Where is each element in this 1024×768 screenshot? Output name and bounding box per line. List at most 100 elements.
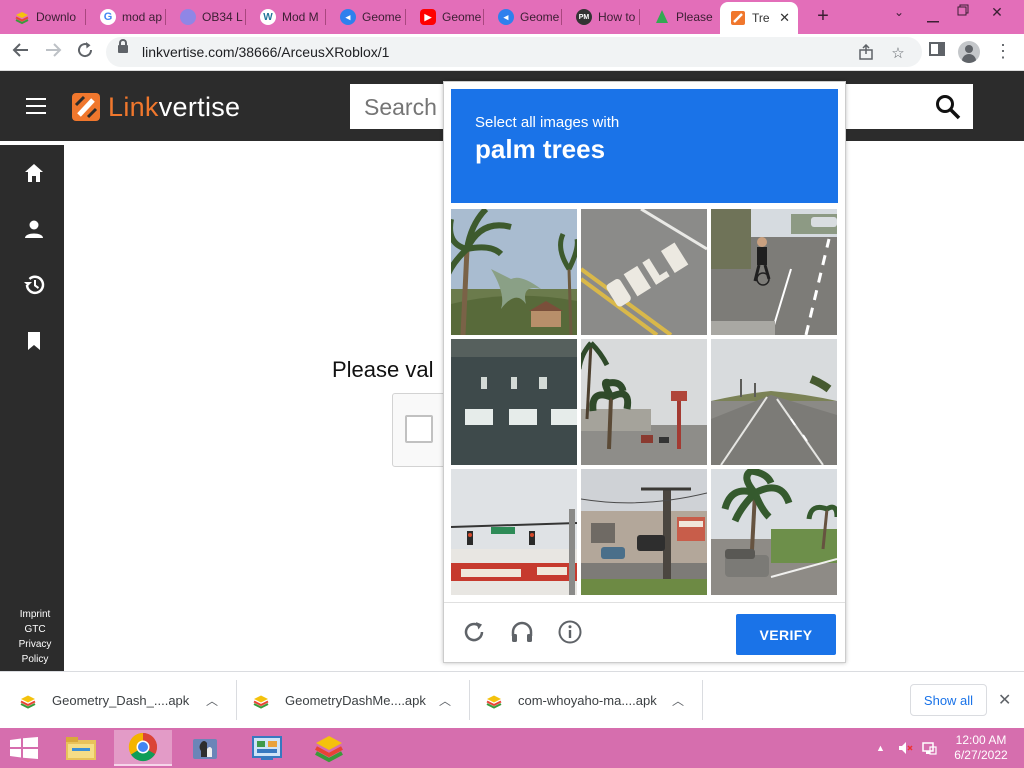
new-tab-button[interactable]: +: [812, 5, 834, 27]
user-icon[interactable]: [22, 217, 46, 241]
tab-8[interactable]: PM How to: [562, 4, 640, 30]
windows-start-icon[interactable]: [10, 737, 38, 759]
menu-dots-icon[interactable]: ⋮: [992, 41, 1014, 63]
search-icon[interactable]: [935, 94, 961, 120]
captcha-tile-5[interactable]: [581, 339, 707, 465]
file-explorer-icon[interactable]: [52, 730, 110, 766]
download-item[interactable]: GeometryDashMe....apk ︿: [253, 672, 467, 729]
restore-icon[interactable]: [952, 3, 974, 19]
bluestacks-icon: [14, 9, 30, 25]
captcha-tile-1[interactable]: [451, 209, 577, 335]
tab-7[interactable]: ◂ Geome: [484, 4, 562, 30]
back-icon[interactable]: [10, 41, 32, 63]
link-icon: ◂: [340, 9, 356, 25]
captcha-grid: [451, 209, 838, 596]
forward-icon[interactable]: [42, 41, 64, 63]
chevron-up-icon[interactable]: ︿: [672, 692, 684, 709]
home-icon[interactable]: [22, 161, 46, 185]
captcha-target: palm trees: [475, 134, 606, 164]
tab-label: Tre: [752, 11, 770, 25]
control-panel-icon[interactable]: [238, 730, 296, 766]
chevron-down-icon[interactable]: ⌄: [888, 5, 910, 19]
download-item[interactable]: com-whoyaho-ma....apk ︿: [486, 672, 700, 729]
chrome-icon[interactable]: [114, 730, 172, 766]
tab-label: mod ap: [122, 10, 163, 24]
bookmark-icon[interactable]: [22, 329, 46, 353]
close-download-bar-icon[interactable]: ✕: [998, 690, 1011, 710]
bluestacks-icon: [486, 695, 502, 709]
hamburger-menu-icon[interactable]: [26, 98, 46, 114]
gtc-link[interactable]: GTC: [0, 622, 70, 637]
audio-challenge-icon[interactable]: [509, 619, 535, 645]
captcha-instruction: Select all images with: [475, 114, 620, 131]
verify-button[interactable]: VERIFY: [736, 614, 836, 655]
bluestacks-icon[interactable]: [300, 730, 358, 766]
google-icon: G: [100, 9, 116, 25]
lock-icon: [118, 39, 128, 53]
validate-heading: Please val: [332, 357, 434, 382]
tab-4[interactable]: W Mod M: [246, 4, 326, 30]
tab-5[interactable]: ◂ Geome: [326, 4, 406, 30]
bluestacks-icon: [20, 695, 36, 709]
download-item[interactable]: Geometry_Dash_....apk ︿: [20, 672, 234, 729]
link-icon: ◂: [498, 9, 514, 25]
chevron-up-icon[interactable]: ︿: [439, 692, 451, 709]
address-bar[interactable]: linkvertise.com/38666/ArceusXRoblox/1 ☆: [106, 37, 922, 67]
chevron-up-icon[interactable]: ︿: [206, 692, 218, 709]
captcha-tile-7[interactable]: [451, 469, 577, 595]
show-all-button[interactable]: Show all: [910, 684, 987, 716]
captcha-footer: VERIFY: [444, 602, 845, 662]
linkvertise-icon: [730, 10, 746, 26]
info-icon[interactable]: [557, 619, 583, 645]
tab-label: Mod M: [282, 10, 319, 24]
volume-muted-icon[interactable]: [897, 740, 913, 756]
tab-label: Geome: [442, 10, 482, 24]
tab-2[interactable]: G mod ap: [86, 4, 166, 30]
tab-3[interactable]: OB34 L: [166, 4, 246, 30]
recaptcha-checkbox[interactable]: [405, 415, 433, 443]
tab-label: Downlo: [36, 10, 77, 24]
share-icon[interactable]: [856, 43, 876, 64]
logo-text-link: Link: [108, 91, 159, 122]
tab-active[interactable]: Tre ✕: [720, 2, 798, 34]
wordpress-icon: W: [260, 9, 276, 25]
side-panel-icon[interactable]: [926, 41, 948, 63]
chess-icon[interactable]: [176, 730, 234, 766]
bookmark-star-icon[interactable]: ☆: [888, 44, 908, 62]
profile-avatar[interactable]: [958, 41, 980, 63]
youtube-icon: ▶: [420, 9, 436, 25]
logo-text-vertise: vertise: [158, 91, 241, 122]
tab-label: OB34 L: [202, 10, 243, 24]
download-bar: Geometry_Dash_....apk ︿ GeometryDashMe..…: [0, 671, 1024, 728]
captcha-tile-9[interactable]: [711, 469, 837, 595]
tray-chevron-up-icon[interactable]: ▲: [876, 743, 885, 753]
tab-strip: Downlo G mod ap OB34 L W Mod M ◂ Geome ▶…: [0, 0, 1024, 34]
search-placeholder: Search: [364, 94, 437, 120]
reload-icon[interactable]: [74, 41, 96, 63]
download-filename: com-whoyaho-ma....apk: [518, 693, 657, 708]
close-window-icon[interactable]: ✕: [986, 4, 1008, 21]
tab-1[interactable]: Downlo: [0, 4, 86, 30]
policy-link[interactable]: Policy: [0, 652, 70, 667]
browser-toolbar: linkvertise.com/38666/ArceusXRoblox/1 ☆ …: [0, 34, 1024, 71]
captcha-header: Select all images with palm trees: [451, 89, 838, 203]
url-text[interactable]: linkvertise.com/38666/ArceusXRoblox/1: [142, 44, 389, 60]
captcha-tile-8[interactable]: [581, 469, 707, 595]
close-tab-icon[interactable]: ✕: [779, 10, 790, 26]
captcha-tile-2[interactable]: [581, 209, 707, 335]
tab-label: How to: [598, 10, 636, 24]
tab-6[interactable]: ▶ Geome: [406, 4, 484, 30]
privacy-link[interactable]: Privacy: [0, 637, 70, 652]
system-clock[interactable]: 12:00 AM 6/27/2022: [946, 733, 1016, 763]
captcha-tile-4[interactable]: [451, 339, 577, 465]
history-icon[interactable]: [22, 273, 46, 297]
reload-challenge-icon[interactable]: [461, 619, 487, 645]
imprint-link[interactable]: Imprint: [0, 607, 70, 622]
tab-9[interactable]: Please: [640, 4, 718, 30]
network-icon[interactable]: [921, 740, 937, 756]
captcha-tile-3[interactable]: [711, 209, 837, 335]
linkvertise-logo[interactable]: Linkvertise: [70, 91, 240, 123]
minimize-icon[interactable]: [922, 10, 944, 26]
captcha-tile-6[interactable]: [711, 339, 837, 465]
tab-label: Geome: [362, 10, 402, 24]
